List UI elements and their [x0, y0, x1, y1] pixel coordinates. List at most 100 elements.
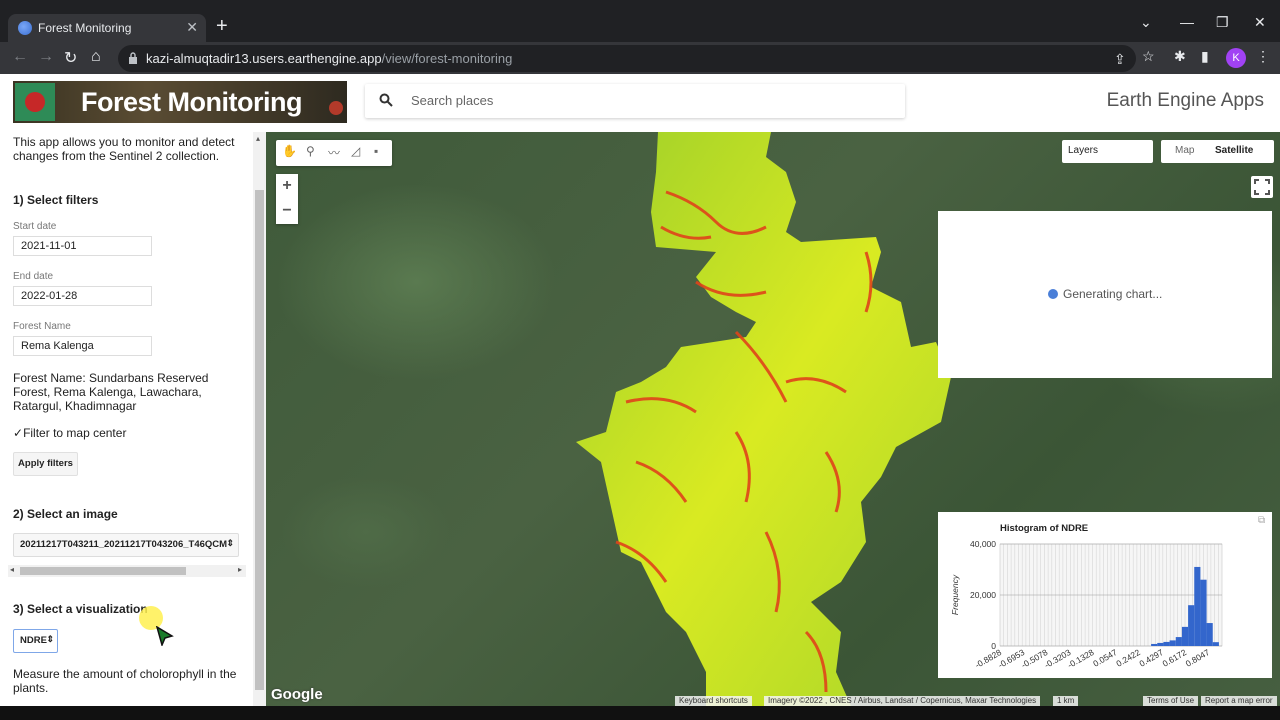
histogram-bar: [1200, 579, 1207, 646]
x-tick-label: 0.4297: [1137, 647, 1165, 669]
filter-checkbox-label: Filter to map center: [23, 426, 127, 440]
keyboard-shortcuts-link[interactable]: Keyboard shortcuts: [675, 696, 752, 706]
point-marker-icon[interactable]: ⚲: [306, 144, 315, 158]
control-panel: This app allows you to monitor and detec…: [0, 132, 266, 706]
visualization-description: Measure the amount of cholorophyll in th…: [13, 667, 237, 695]
map-type-map[interactable]: Map: [1175, 145, 1194, 156]
scroll-right-icon[interactable]: ▸: [238, 565, 242, 574]
histogram-bar: [1169, 640, 1176, 646]
start-date-input[interactable]: [13, 236, 152, 256]
line-tool-icon[interactable]: 〰: [328, 144, 340, 161]
maximize-icon[interactable]: ❐: [1216, 14, 1229, 31]
mouse-pointer-icon: [156, 626, 174, 646]
histogram-bar: [1163, 641, 1170, 646]
globe-favicon-icon: [18, 21, 32, 35]
map-type-satellite[interactable]: Satellite: [1215, 145, 1253, 156]
report-map-error-link[interactable]: Report a map error: [1201, 696, 1277, 706]
y-tick-label: 40,000: [970, 539, 996, 549]
loading-spinner-icon: [1048, 289, 1058, 299]
address-bar[interactable]: kazi-almuqtadir13.users.earthengine.app/…: [118, 45, 1136, 72]
seal-icon: [329, 101, 343, 115]
checkmark-icon[interactable]: ✓: [13, 426, 23, 440]
google-logo: Google: [271, 686, 323, 703]
zoom-in-button[interactable]: +: [276, 174, 298, 198]
browser-tab[interactable]: Forest Monitoring ✕: [8, 14, 206, 42]
url-text: kazi-almuqtadir13.users.earthengine.app/…: [146, 51, 512, 66]
start-date-label: Start date: [13, 221, 57, 232]
drawing-tools: ✋ ⚲ 〰 ◿ ▪: [276, 140, 392, 166]
zoom-controls: + −: [276, 174, 298, 224]
back-icon[interactable]: ←: [12, 48, 28, 66]
map-view[interactable]: ✋ ⚲ 〰 ◿ ▪ + − Layers Map Satellite Gener…: [266, 132, 1280, 706]
y-tick-label: 20,000: [970, 590, 996, 600]
home-icon[interactable]: ⌂: [91, 48, 101, 66]
side-panel-icon[interactable]: ▮: [1201, 48, 1209, 65]
reload-icon[interactable]: ↻: [64, 48, 77, 68]
zoom-out-button[interactable]: −: [276, 199, 298, 223]
hand-pan-icon[interactable]: ✋: [282, 144, 297, 158]
menu-kebab-icon[interactable]: ⋮: [1256, 48, 1270, 65]
banner-title: Forest Monitoring: [81, 87, 302, 117]
end-date-label: End date: [13, 271, 54, 282]
histogram-bar: [1175, 637, 1182, 646]
x-tick-label: 0.0547: [1091, 647, 1119, 669]
select-arrows-icon: ⇕: [46, 634, 54, 644]
url-path: /view/forest-monitoring: [381, 51, 513, 66]
horizontal-scroll-thumb[interactable]: [20, 567, 186, 575]
imagery-attribution: Imagery ©2022 , CNES / Airbus, Landsat /…: [764, 696, 1041, 706]
horizontal-scrollbar[interactable]: ◂ ▸: [8, 565, 246, 577]
forest-name-label: Forest Name: [13, 321, 71, 332]
scroll-left-icon[interactable]: ◂: [10, 565, 14, 574]
fullscreen-icon[interactable]: [1251, 176, 1273, 198]
rectangle-tool-icon[interactable]: ▪: [374, 144, 378, 158]
profile-avatar[interactable]: K: [1226, 48, 1246, 68]
intro-text: This app allows you to monitor and detec…: [13, 135, 235, 163]
open-in-new-icon[interactable]: ⧉: [1258, 515, 1265, 526]
minimize-icon[interactable]: —: [1180, 14, 1194, 30]
browser-toolbar: ← → ↻ ⌂ kazi-almuqtadir13.users.eartheng…: [0, 42, 1280, 74]
vertical-scrollbar[interactable]: ▴: [253, 132, 266, 706]
forest-boundary: [576, 132, 951, 706]
tab-close-icon[interactable]: ✕: [186, 19, 198, 36]
terms-of-use-link[interactable]: Terms of Use: [1143, 696, 1199, 706]
image-select[interactable]: 20211217T043211_20211217T043206_T46QCM ⇕: [13, 533, 239, 557]
search-input[interactable]: [409, 92, 889, 109]
visualization-select[interactable]: NDRE ⇕: [13, 629, 58, 653]
generating-chart-status: Generating chart...: [1048, 287, 1162, 301]
apply-filters-button[interactable]: Apply filters: [13, 452, 78, 476]
histogram-bar: [1194, 566, 1201, 646]
url-host: kazi-almuqtadir13.users.earthengine.app: [146, 51, 382, 66]
share-icon[interactable]: ⇪: [1114, 51, 1126, 68]
lock-icon: [129, 52, 137, 64]
section-select-filters: 1) Select filters: [13, 193, 99, 207]
image-select-value: 20211217T043211_20211217T043206_T46QCM: [20, 539, 228, 550]
tab-search-chevron-icon[interactable]: ⌄: [1140, 14, 1152, 31]
extensions-icon[interactable]: ✱: [1174, 48, 1186, 65]
layers-button[interactable]: Layers: [1062, 140, 1153, 163]
scroll-up-icon[interactable]: ▴: [256, 134, 260, 143]
polygon-tool-icon[interactable]: ◿: [351, 144, 360, 158]
search-box[interactable]: [365, 84, 905, 118]
forest-name-input[interactable]: [13, 336, 152, 356]
new-tab-icon[interactable]: +: [216, 16, 228, 36]
chart-title: Histogram of NDRE: [1000, 523, 1088, 534]
end-date-input[interactable]: [13, 286, 152, 306]
vertical-scroll-thumb[interactable]: [255, 190, 264, 690]
y-axis-label: Frequency: [950, 574, 960, 615]
x-tick-label: 0.6172: [1161, 647, 1189, 669]
browser-tab-strip: Forest Monitoring ✕ + ⌄ — ❐ ✕: [0, 0, 1280, 42]
generating-chart-text: Generating chart...: [1063, 287, 1163, 301]
app-header: Forest Monitoring Earth Engine Apps: [0, 74, 1280, 132]
bookmark-star-icon[interactable]: ☆: [1142, 48, 1155, 65]
map-scale[interactable]: 1 km: [1053, 696, 1079, 706]
bottom-edge: [0, 706, 1280, 720]
forward-icon[interactable]: →: [38, 48, 54, 66]
histogram-chart-panel: Histogram of NDRE 40,000 20,000 0 Frequency -…: [938, 512, 1272, 678]
window-close-icon[interactable]: ✕: [1254, 14, 1266, 31]
select-arrows-icon: ⇕: [226, 538, 234, 548]
x-tick-label: 0.8047: [1184, 647, 1212, 669]
histogram-bar: [1157, 642, 1164, 646]
filter-checkbox-row[interactable]: ✓Filter to map center: [13, 426, 126, 440]
earth-engine-apps-brand[interactable]: Earth Engine Apps: [1107, 90, 1264, 112]
app-banner: Forest Monitoring: [13, 81, 347, 123]
